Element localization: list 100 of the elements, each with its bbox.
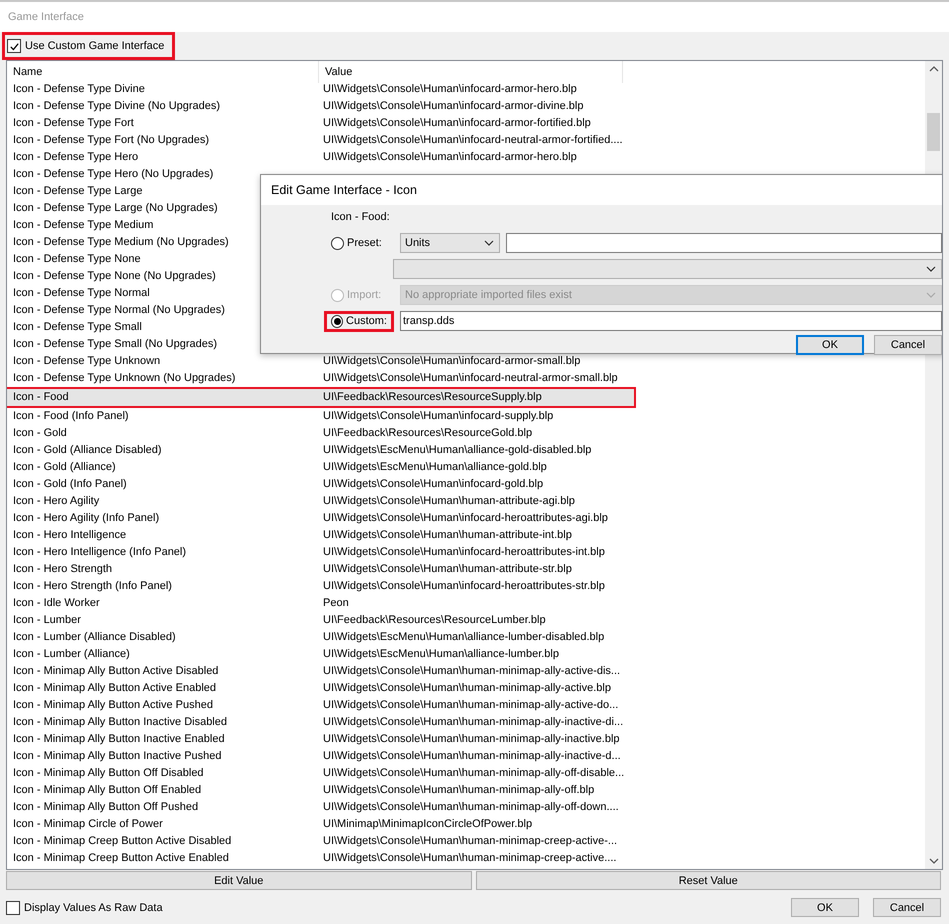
list-row[interactable]: Icon - Minimap Ally Button Off Disabled UI\Widgets\Console\Human\human-minimap-ally-off-disable... [7, 765, 624, 782]
radio-button[interactable]: Custom: [324, 310, 394, 332]
name-cell: Icon - Minimap Ally Button Off Disabled [13, 767, 204, 779]
value-cell-text: UI\Widgets\Console\Human\human-minimap-creep-active-... [322, 834, 618, 849]
column-header[interactable]: Name [7, 61, 319, 83]
field-label: Icon - Food: [331, 211, 391, 225]
value-cell-text: UI\Feedback\Resources\ResourceLumber.blp [322, 613, 546, 628]
name-cell: Icon - Idle Worker [13, 597, 100, 609]
list-row[interactable]: Icon - Food UI\Feedback\Resources\ResourceSupply.blp [7, 387, 636, 408]
list-row[interactable]: Icon - Minimap Creep Button Active Enabled UI\Widgets\Console\Human\human-minimap-creep-active.... [7, 850, 623, 867]
name-cell: Icon - Food (Info Panel) [13, 410, 129, 422]
value-cell-text: UI\Widgets\Console\Human\human-attribute-agi.blp [322, 494, 575, 509]
name-cell: Icon - Minimap Ally Button Inactive Enabled [13, 733, 225, 745]
cancel-button[interactable]: Cancel [874, 335, 942, 355]
name-cell: Icon - Defense Type Unknown [13, 355, 160, 367]
value-cell-text: UI\Widgets\EscMenu\Human\alliance-gold-disabled.blp [322, 443, 592, 458]
list-row[interactable]: Icon - Minimap Ally Button Active Pushed UI\Widgets\Console\Human\human-minimap-ally-active-do... [7, 697, 623, 714]
value-cell-text: UI\Widgets\Console\Human\human-minimap-creep-active.... [322, 851, 616, 866]
list-row[interactable]: Icon - Minimap Ally Button Inactive Enabled UI\Widgets\Console\Human\human-minimap-ally-inactive.blp [7, 731, 623, 748]
value-cell-text: UI\Widgets\Console\Human\infocard-armor-small.blp [322, 354, 580, 369]
list-row[interactable]: Icon - Minimap Ally Button Active Disabled UI\Widgets\Console\Human\human-minimap-ally-active-dis... [7, 663, 623, 680]
list-row[interactable]: Icon - Defense Type Hero UI\Widgets\Console\Human\infocard-armor-hero.blp [7, 149, 623, 166]
cancel-button[interactable]: Cancel [873, 898, 941, 917]
list-row[interactable]: Icon - Hero Strength (Info Panel) UI\Widgets\Console\Human\infocard-heroattributes-str.blp [7, 578, 623, 595]
ok-button[interactable]: OK [796, 335, 864, 355]
name-cell: Icon - Gold (Alliance) [13, 461, 116, 473]
list-row[interactable]: Icon - Defense Type Divine UI\Widgets\Console\Human\infocard-armor-hero.blp [7, 81, 623, 98]
list-row[interactable]: Icon - Defense Type Unknown (No Upgrades) UI\Widgets\Console\Human\infocard-neutral-armor-small.blp [7, 370, 623, 387]
name-cell: Icon - Defense Type Unknown (No Upgrades) [13, 372, 236, 384]
checkbox[interactable] [7, 39, 21, 53]
ok-button[interactable]: OK [791, 898, 859, 917]
value-cell-text: UI\Widgets\Console\Human\human-minimap-ally-inactive-d... [322, 749, 621, 764]
list-row[interactable]: Icon - Defense Type Fort (No Upgrades) UI\Widgets\Console\Human\infocard-neutral-armor-fortified.... [7, 132, 623, 149]
name-cell: Icon - Defense Type Medium [13, 219, 154, 231]
list-row[interactable]: Icon - Gold (Info Panel) UI\Widgets\Console\Human\infocard-gold.blp [7, 476, 623, 493]
name-cell: Icon - Defense Type Fort [13, 117, 134, 129]
name-cell: Icon - Defense Type None (No Upgrades) [13, 270, 216, 282]
name-cell: Icon - Minimap Creep Button Active Enabled [13, 852, 229, 864]
list-row[interactable]: Icon - Minimap Creep Button Active Disabled UI\Widgets\Console\Human\human-minimap-creep-active-... [7, 833, 623, 850]
value-cell-text: Peon [322, 596, 349, 611]
name-cell: Icon - Food [13, 391, 69, 403]
value-cell-text: UI\Widgets\Console\Human\human-minimap-ally-active.blp [322, 681, 611, 696]
value-cell-text: UI\Feedback\Resources\ResourceSupply.blp [322, 390, 542, 405]
value-cell-text: UI\Widgets\EscMenu\Human\alliance-lumber.blp [322, 647, 559, 662]
input-field[interactable] [506, 233, 942, 253]
list-row[interactable]: Icon - Minimap Ally Button Off Pushed UI\Widgets\Console\Human\human-minimap-ally-off-down.... [7, 799, 623, 816]
list-row[interactable]: Icon - Lumber (Alliance) UI\Widgets\EscMenu\Human\alliance-lumber.blp [7, 646, 623, 663]
list-row[interactable]: Icon - Defense Type Unknown UI\Widgets\Console\Human\infocard-armor-small.blp [7, 353, 623, 370]
value-cell-text: UI\Widgets\Console\Human\human-minimap-ally-off-disable... [322, 766, 624, 781]
name-cell: Icon - Lumber (Alliance) [13, 648, 130, 660]
name-cell: Icon - Gold (Info Panel) [13, 478, 127, 490]
value-cell-text: UI\Widgets\EscMenu\Human\alliance-gold.blp [322, 460, 547, 475]
list-row[interactable]: Icon - Gold (Alliance Disabled) UI\Widgets\EscMenu\Human\alliance-gold-disabled.blp [7, 442, 623, 459]
edit-value-button[interactable]: Edit Value [6, 871, 472, 890]
name-cell: Icon - Minimap Circle of Power [13, 818, 163, 830]
list-row[interactable]: Icon - Defense Type Divine (No Upgrades) UI\Widgets\Console\Human\infocard-armor-divine.blp [7, 98, 623, 115]
list-row[interactable]: Icon - Gold (Alliance) UI\Widgets\EscMenu\Human\alliance-gold.blp [7, 459, 623, 476]
list-row[interactable]: Icon - Gold UI\Feedback\Resources\ResourceGold.blp [7, 425, 623, 442]
list-row[interactable]: Icon - Hero Intelligence UI\Widgets\Console\Human\human-attribute-int.blp [7, 527, 623, 544]
name-cell: Icon - Defense Type Hero [13, 151, 138, 163]
scroll-thumb[interactable] [927, 113, 940, 151]
name-cell: Icon - Defense Type Hero (No Upgrades) [13, 168, 214, 180]
list-row[interactable]: Icon - Hero Agility UI\Widgets\Console\Human\human-attribute-agi.blp [7, 493, 623, 510]
list-row[interactable]: Icon - Idle Worker Peon [7, 595, 623, 612]
value-cell-text: UI\Widgets\Console\Human\human-minimap-ally-off.blp [322, 783, 594, 798]
name-cell: Icon - Minimap Ally Button Off Pushed [13, 801, 198, 813]
name-cell: Icon - Defense Type None [13, 253, 141, 265]
list-row[interactable]: Icon - Minimap Ally Button Inactive Disabled UI\Widgets\Console\Human\human-minimap-ally-inactive-di... [7, 714, 624, 731]
column-header[interactable]: Value [319, 61, 623, 83]
name-cell: Icon - Defense Type Fort (No Upgrades) [13, 134, 210, 146]
checkbox[interactable] [6, 900, 20, 914]
list-row[interactable]: Icon - Minimap Circle of Power UI\Minimap\MinimapIconCircleOfPower.blp [7, 816, 623, 833]
name-cell: Icon - Minimap Ally Button Inactive Disabled [13, 716, 227, 728]
list-row[interactable]: Icon - Hero Intelligence (Info Panel) UI\Widgets\Console\Human\infocard-heroattributes-int.blp [7, 544, 623, 561]
value-cell-text: UI\Widgets\Console\Human\human-minimap-ally-inactive-di... [322, 715, 624, 730]
custom-path-field[interactable]: transp.dds [400, 311, 942, 331]
name-cell: Icon - Hero Agility [13, 495, 100, 507]
name-cell: Icon - Minimap Ally Button Inactive Pushed [13, 750, 222, 762]
dialog-title: Edit Game Interface - Icon [261, 175, 942, 205]
use-custom-checkbox[interactable]: Use Custom Game Interface [2, 32, 176, 60]
radio-button[interactable]: Preset: [324, 232, 394, 254]
name-cell: Icon - Hero Agility (Info Panel) [13, 512, 160, 524]
list-row[interactable]: Icon - Minimap Ally Button Off Enabled UI\Widgets\Console\Human\human-minimap-ally-off.blp [7, 782, 623, 799]
value-cell-text: UI\Widgets\Console\Human\infocard-gold.blp [322, 477, 544, 492]
list-row[interactable]: Icon - Food (Info Panel) UI\Widgets\Console\Human\infocard-supply.blp [7, 408, 623, 425]
preset-dropdown[interactable]: Units [400, 233, 500, 253]
raw-data-checkbox[interactable]: Display Values As Raw Data [6, 900, 163, 914]
list-row[interactable]: Icon - Hero Strength UI\Widgets\Console\Human\human-attribute-str.blp [7, 561, 623, 578]
list-row[interactable]: Icon - Lumber (Alliance Disabled) UI\Widgets\EscMenu\Human\alliance-lumber-disabled.blp [7, 629, 623, 646]
name-cell: Icon - Hero Intelligence [13, 529, 126, 541]
list-row[interactable]: Icon - Lumber UI\Feedback\Resources\ResourceLumber.blp [7, 612, 623, 629]
list-row[interactable]: Icon - Hero Agility (Info Panel) UI\Widgets\Console\Human\infocard-heroattributes-agi.blp [7, 510, 623, 527]
value-cell-text: UI\Widgets\EscMenu\Human\alliance-lumber-disabled.blp [322, 630, 604, 645]
name-cell: Icon - Minimap Creep Button Active Disabled [13, 835, 232, 847]
name-cell: Icon - Defense Type Divine (No Upgrades) [13, 100, 220, 112]
list-row[interactable]: Icon - Minimap Ally Button Inactive Pushed UI\Widgets\Console\Human\human-minimap-ally-inactive-d... [7, 748, 623, 765]
reset-value-button[interactable]: Reset Value [476, 871, 941, 890]
list-row[interactable]: Icon - Defense Type Fort UI\Widgets\Console\Human\infocard-armor-fortified.blp [7, 115, 623, 132]
list-row[interactable]: Icon - Minimap Ally Button Active Enabled UI\Widgets\Console\Human\human-minimap-ally-active.blp [7, 680, 623, 697]
value-cell-text: UI\Feedback\Resources\ResourceGold.blp [322, 426, 532, 441]
